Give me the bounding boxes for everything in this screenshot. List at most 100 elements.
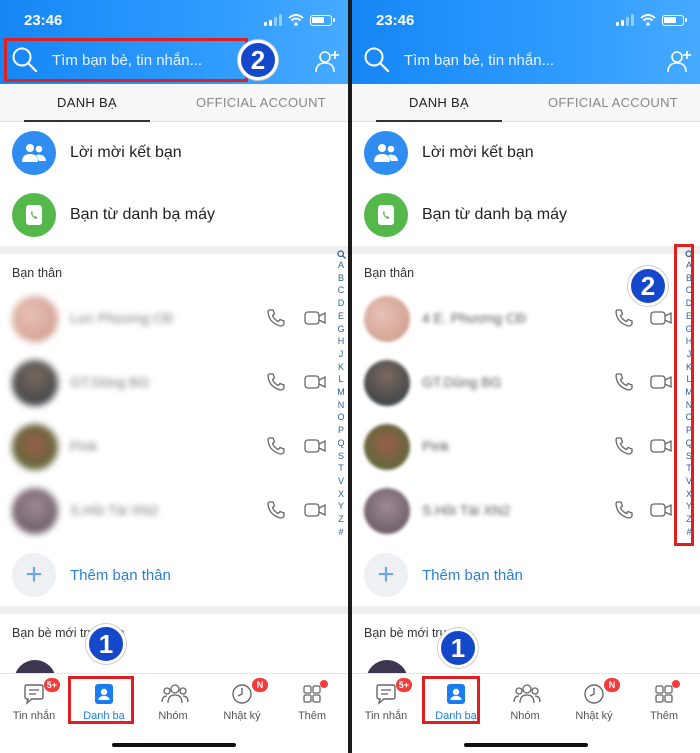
bottom-nav: 5+ Tin nhắn Danh bạ Nhóm N Nhật ký Thêm bbox=[0, 673, 348, 753]
avatar[interactable] bbox=[12, 296, 58, 342]
phonebook-friends-row[interactable]: Bạn từ danh bạ máy bbox=[0, 184, 348, 246]
video-call-icon[interactable] bbox=[304, 438, 326, 454]
index-letter[interactable]: D bbox=[338, 297, 345, 310]
phone-icon[interactable] bbox=[266, 500, 286, 520]
index-letter[interactable]: H bbox=[338, 335, 345, 348]
phone-icon[interactable] bbox=[614, 372, 634, 392]
tab-official-account[interactable]: OFFICIAL ACCOUNT bbox=[174, 84, 348, 121]
video-call-icon[interactable] bbox=[650, 438, 672, 454]
avatar[interactable] bbox=[12, 424, 58, 470]
phonebook-friends-row[interactable]: Bạn từ danh bạ máy bbox=[352, 184, 700, 246]
friend-requests-icon bbox=[364, 131, 408, 175]
avatar[interactable] bbox=[12, 488, 58, 534]
status-bar: 23:46 bbox=[376, 12, 687, 32]
nav-timeline[interactable]: N Nhật ký bbox=[212, 678, 272, 724]
avatar[interactable] bbox=[364, 296, 410, 342]
contact-row[interactable]: S.Hồi Tài XN2 bbox=[352, 480, 700, 544]
phone-icon[interactable] bbox=[266, 372, 286, 392]
callout-step-1: 1 bbox=[438, 628, 478, 668]
alphabet-index-highlight-box bbox=[674, 244, 694, 546]
nav-more[interactable]: Thêm bbox=[282, 680, 342, 724]
contact-row[interactable]: Pink bbox=[0, 416, 348, 480]
index-letter[interactable]: Q bbox=[337, 437, 344, 450]
phone-icon[interactable] bbox=[266, 308, 286, 328]
callout-step-2: 2 bbox=[238, 40, 278, 80]
index-letter[interactable]: L bbox=[338, 373, 343, 386]
contact-row[interactable]: S.Hồi Tài XN2 bbox=[0, 480, 348, 544]
index-letter[interactable]: O bbox=[337, 411, 344, 424]
index-letter[interactable]: S bbox=[338, 450, 344, 463]
tab-official-account[interactable]: OFFICIAL ACCOUNT bbox=[526, 84, 700, 121]
section-divider bbox=[352, 606, 700, 614]
phone-icon[interactable] bbox=[614, 308, 634, 328]
contact-row[interactable]: Lưc Phương CĐ bbox=[0, 288, 348, 352]
chat-icon: 5+ bbox=[22, 678, 60, 706]
add-close-friend-row[interactable]: + Thêm bạn thân bbox=[0, 550, 348, 600]
add-close-friend-row[interactable]: + Thêm bạn thân bbox=[352, 550, 700, 600]
contact-row[interactable]: GT.Dũng BG bbox=[0, 352, 348, 416]
index-search-icon[interactable] bbox=[336, 250, 346, 259]
nav-groups[interactable]: Nhóm bbox=[143, 682, 203, 724]
search-input[interactable]: Tìm bạn bè, tin nhắn... bbox=[404, 52, 554, 69]
phonebook-label: Bạn từ danh bạ máy bbox=[422, 206, 568, 223]
tab-contacts[interactable]: DANH BẠ bbox=[352, 84, 526, 122]
phone-icon[interactable] bbox=[266, 436, 286, 456]
friend-requests-row[interactable]: Lời mời kết bạn bbox=[0, 122, 348, 184]
avatar[interactable] bbox=[364, 488, 410, 534]
index-letter[interactable]: Y bbox=[338, 500, 344, 513]
more-notification-dot bbox=[672, 680, 680, 688]
video-call-icon[interactable] bbox=[650, 374, 672, 390]
index-letter[interactable]: X bbox=[338, 488, 344, 501]
nav-messages[interactable]: 5+ Tin nhắn bbox=[356, 678, 416, 724]
nav-more[interactable]: Thêm bbox=[634, 680, 694, 724]
contact-name: 4 E. Phương CĐ bbox=[422, 310, 527, 326]
avatar[interactable] bbox=[364, 360, 410, 406]
index-letter[interactable]: J bbox=[339, 348, 344, 361]
status-bar: 23:46 bbox=[24, 12, 335, 32]
tab-contacts[interactable]: DANH BẠ bbox=[0, 84, 174, 122]
nav-timeline-label: Nhật ký bbox=[575, 710, 613, 722]
index-letter[interactable]: B bbox=[338, 272, 344, 285]
phone-icon[interactable] bbox=[614, 500, 634, 520]
index-letter[interactable]: V bbox=[338, 475, 344, 488]
add-friend-icon[interactable] bbox=[666, 48, 692, 74]
contact-row[interactable]: Pink bbox=[352, 416, 700, 480]
avatar[interactable] bbox=[364, 424, 410, 470]
video-call-icon[interactable] bbox=[650, 502, 672, 518]
index-letter[interactable]: C bbox=[338, 284, 345, 297]
video-call-icon[interactable] bbox=[304, 374, 326, 390]
index-letter[interactable]: M bbox=[337, 386, 345, 399]
battery-icon bbox=[662, 14, 687, 26]
search-bar[interactable]: Tìm bạn bè, tin nhắn... bbox=[356, 38, 600, 82]
nav-groups[interactable]: Nhóm bbox=[495, 682, 555, 724]
index-letter[interactable]: G bbox=[337, 323, 344, 336]
add-friend-icon[interactable] bbox=[314, 48, 340, 74]
video-call-icon[interactable] bbox=[304, 310, 326, 326]
index-letter[interactable]: N bbox=[338, 399, 345, 412]
home-indicator bbox=[464, 743, 588, 747]
index-letter[interactable]: K bbox=[338, 361, 344, 374]
close-friends-title: Bạn thân bbox=[12, 266, 63, 280]
status-icons bbox=[616, 14, 687, 26]
video-call-icon[interactable] bbox=[304, 502, 326, 518]
index-letter[interactable]: T bbox=[338, 462, 344, 475]
contacts-tab-highlight-box bbox=[422, 676, 480, 724]
contact-name: GT.Dũng BG bbox=[70, 374, 150, 390]
contact-row[interactable]: GT.Dũng BG bbox=[352, 352, 700, 416]
alphabet-index[interactable]: A B C D E G H J K L M N O P Q S T V X Y … bbox=[336, 250, 346, 538]
index-letter[interactable]: A bbox=[338, 259, 344, 272]
phonebook-icon bbox=[364, 193, 408, 237]
nav-timeline[interactable]: N Nhật ký bbox=[564, 678, 624, 724]
contact-name: Pink bbox=[422, 438, 450, 454]
index-letter[interactable]: P bbox=[338, 424, 344, 437]
index-letter[interactable]: E bbox=[338, 310, 344, 323]
index-letter[interactable]: # bbox=[338, 526, 343, 539]
phone-icon[interactable] bbox=[614, 436, 634, 456]
callout-step-1: 1 bbox=[86, 624, 126, 664]
friend-requests-row[interactable]: Lời mời kết bạn bbox=[352, 122, 700, 184]
nav-messages[interactable]: 5+ Tin nhắn bbox=[4, 678, 64, 724]
nav-more-label: Thêm bbox=[649, 710, 679, 722]
video-call-icon[interactable] bbox=[650, 310, 672, 326]
index-letter[interactable]: Z bbox=[338, 513, 344, 526]
avatar[interactable] bbox=[12, 360, 58, 406]
